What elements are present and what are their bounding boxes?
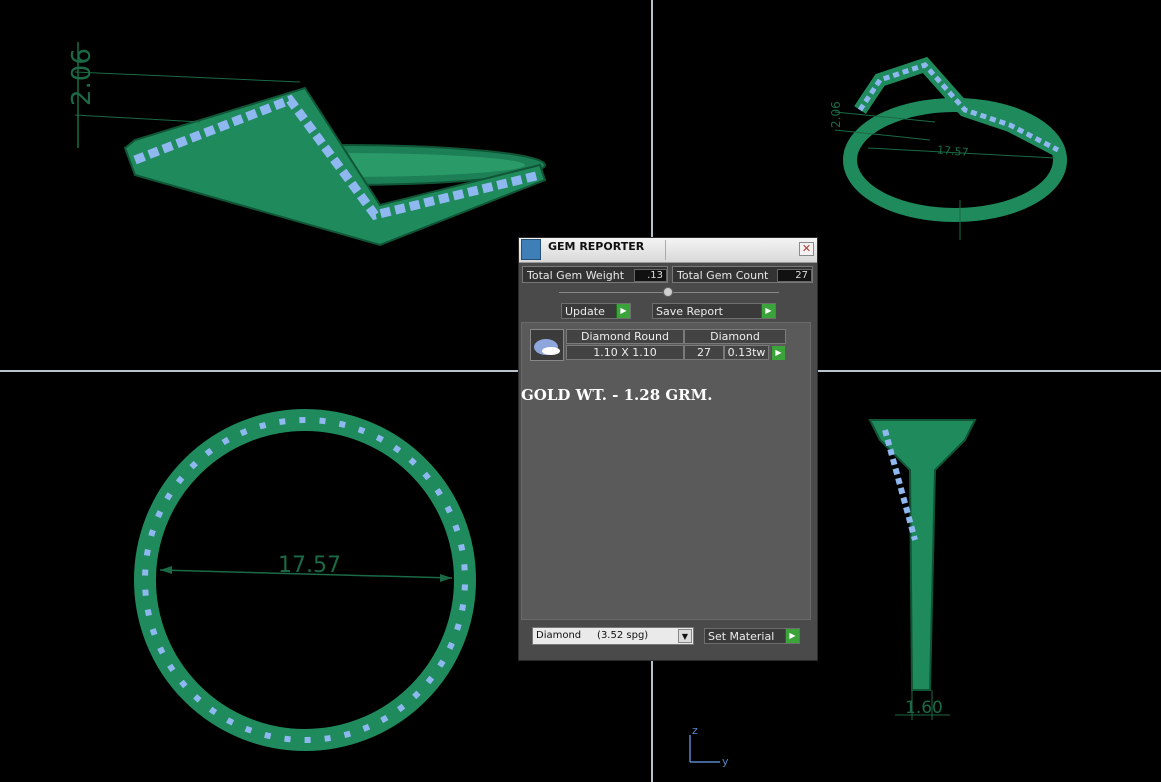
total-gem-weight-field: Total Gem Weight .13 [522, 266, 668, 283]
top-right-width-dimension: 17.57 [937, 143, 970, 159]
set-material-button-label: Set Material [708, 630, 775, 643]
play-arrow-icon: ▶ [616, 304, 630, 318]
panel-titlebar[interactable]: GEM REPORTER ✕ [519, 238, 817, 263]
top-right-height-dimension: 2.06 [829, 101, 843, 128]
top-view [134, 409, 476, 751]
material-select[interactable]: Diamond (3.52 spg) ▼ [532, 627, 694, 645]
total-gem-weight-value: .13 [634, 269, 667, 282]
play-arrow-icon: ▶ [761, 304, 775, 318]
side-view [868, 419, 977, 720]
diameter-dimension: 17.57 [278, 553, 341, 578]
panel-title: GEM REPORTER [548, 240, 645, 253]
gem-material-header: Diamond [684, 329, 786, 344]
front-height-dimension: 2.06 [67, 48, 97, 106]
total-gem-count-field: Total Gem Count 27 [672, 266, 813, 283]
update-button-label: Update [565, 305, 605, 318]
total-gem-count-label: Total Gem Count [677, 269, 769, 282]
title-separator [665, 240, 666, 260]
gem-reporter-panel: GEM REPORTER ✕ Total Gem Weight .13 Tota… [518, 237, 818, 661]
gem-row[interactable]: Diamond Round Diamond 1.10 X 1.10 27 0.1… [566, 329, 786, 361]
gem-list: Diamond Round Diamond 1.10 X 1.10 27 0.1… [521, 322, 811, 620]
axis-y-label: y [722, 755, 729, 768]
save-report-button[interactable]: Save Report ▶ [652, 303, 776, 319]
total-gem-weight-label: Total Gem Weight [527, 269, 625, 282]
play-arrow-icon: ▶ [785, 629, 799, 643]
gem-size: 1.10 X 1.10 [566, 345, 684, 360]
close-icon[interactable]: ✕ [799, 242, 814, 256]
panel-slider-knob[interactable] [663, 287, 673, 297]
axis-indicator [689, 735, 720, 763]
gem-count: 27 [684, 345, 724, 360]
set-material-button[interactable]: Set Material ▶ [704, 628, 800, 644]
front-view [74, 42, 547, 247]
gold-weight-annotation: GOLD WT. - 1.28 GRM. [521, 386, 713, 404]
side-width-dimension: 1.60 [905, 698, 943, 718]
axis-z-label: z [692, 724, 698, 737]
diamond-round-icon [530, 329, 564, 361]
material-select-value: Diamond (3.52 spg) [536, 630, 649, 641]
gem-shape-header: Diamond Round [566, 329, 684, 344]
chevron-down-icon[interactable]: ▼ [678, 629, 692, 643]
save-report-button-label: Save Report [656, 305, 723, 318]
gem-weight: 0.13tw [724, 345, 769, 360]
gem-reporter-icon [521, 239, 541, 260]
update-button[interactable]: Update ▶ [561, 303, 631, 319]
total-gem-count-value: 27 [777, 269, 812, 282]
gem-row-arrow-icon[interactable]: ▶ [771, 346, 785, 360]
